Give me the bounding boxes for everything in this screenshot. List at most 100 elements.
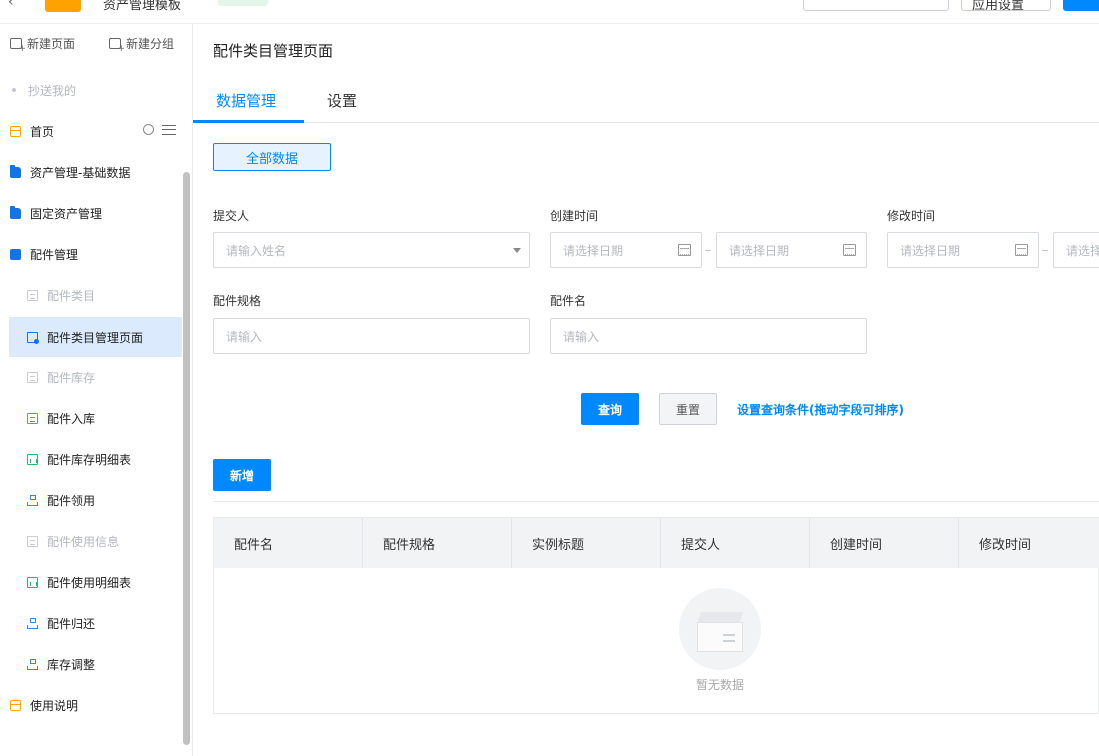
calendar-icon: [1015, 244, 1028, 256]
sidebar-item-usage-guide[interactable]: 使用说明: [0, 685, 182, 725]
column-header-instance-title[interactable]: 实例标题: [512, 518, 661, 568]
modified-start-date-input[interactable]: 请选择日期: [887, 232, 1039, 268]
new-group-label: 新建分组: [126, 37, 175, 51]
new-group-icon: [109, 38, 125, 54]
top-button-1[interactable]: [803, 0, 949, 11]
sidebar-item-parts-inbound[interactable]: 配件入库: [9, 398, 182, 438]
column-header-part-name[interactable]: 配件名: [214, 518, 363, 568]
new-page-icon: [10, 38, 26, 54]
sidebar-item-label: 配件类目管理页面: [47, 330, 144, 345]
folder-open-icon: [10, 248, 21, 260]
column-header-submitter[interactable]: 提交人: [661, 518, 810, 568]
table-header: 配件名 配件规格 实例标题 提交人 创建时间 修改时间: [214, 518, 1099, 568]
sidebar-toolbar: 新建页面 新建分组: [0, 24, 193, 62]
new-group-button[interactable]: 新建分组: [109, 35, 175, 54]
tab-settings[interactable]: 设置: [327, 90, 357, 111]
sidebar-item-usage-detail[interactable]: 配件使用明细表: [9, 562, 182, 602]
top-primary-button[interactable]: [1063, 0, 1099, 11]
part-name-input[interactable]: 请输入: [550, 318, 867, 354]
flow-icon: [27, 494, 38, 506]
empty-box-body: [697, 622, 743, 652]
report-icon: [27, 453, 38, 465]
main-content: 配件类目管理页面 数据管理 设置 全部数据 提交人 请输入姓名 创建时间 请选择…: [193, 24, 1099, 756]
add-button[interactable]: 新增: [213, 459, 271, 491]
sidebar-item-label: 配件使用信息: [47, 534, 120, 549]
admin-page-icon: [27, 331, 39, 344]
created-time-label: 创建时间: [550, 209, 599, 223]
sidebar-item-stock-detail[interactable]: 配件库存明细表: [9, 439, 182, 479]
chevron-left-icon[interactable]: ‹: [8, 0, 14, 10]
spec-label: 配件规格: [213, 294, 262, 308]
query-button[interactable]: 查询: [581, 393, 639, 425]
form-icon: [27, 412, 38, 424]
sidebar-item-stock-adjust[interactable]: 库存调整: [9, 644, 182, 684]
all-data-button[interactable]: 全部数据: [213, 143, 331, 171]
spec-input[interactable]: 请输入: [213, 318, 530, 354]
empty-box-icon: [679, 588, 761, 670]
modified-end-placeholder: 请选择: [1066, 243, 1099, 258]
sidebar-item-label: 配件入库: [47, 411, 96, 426]
app-settings-button[interactable]: 应用设置: [961, 0, 1051, 13]
sidebar-item-label: 固定资产管理: [30, 206, 103, 221]
calendar-icon: [843, 244, 856, 256]
sidebar-item-parts[interactable]: 配件管理: [0, 234, 182, 274]
part-name-label: 配件名: [550, 294, 587, 308]
status-badge: [218, 0, 268, 6]
submitter-label: 提交人: [213, 209, 250, 223]
column-header-spec[interactable]: 配件规格: [363, 518, 512, 568]
sidebar-item-label: 配件领用: [47, 493, 96, 508]
sidebar: 新建页面 新建分组 抄送我的 首页 资产管理-基础数据 固定资产管理 配件管理 …: [0, 24, 193, 756]
sidebar-item-parts-return[interactable]: 配件归还: [9, 603, 182, 643]
sidebar-item-label: 抄送我的: [28, 83, 77, 98]
sidebar-item-parts-category[interactable]: 配件类目: [9, 275, 182, 315]
sidebar-item-asset-basic[interactable]: 资产管理-基础数据: [0, 152, 182, 192]
divider: [213, 501, 1099, 502]
tab-active-indicator: [193, 120, 304, 123]
calendar-icon: [678, 244, 691, 256]
folder-icon: [10, 164, 21, 178]
sidebar-item-usage-info[interactable]: 配件使用信息: [9, 521, 182, 561]
modified-end-date-input[interactable]: 请选择: [1053, 232, 1099, 268]
submitter-select[interactable]: 请输入姓名: [213, 232, 530, 268]
sidebar-item-cc-me[interactable]: 抄送我的: [0, 70, 182, 110]
data-table: 配件名 配件规格 实例标题 提交人 创建时间 修改时间 暂无数据: [213, 517, 1099, 714]
menu-icon[interactable]: [162, 124, 176, 135]
sidebar-item-label: 配件归还: [47, 616, 96, 631]
created-end-placeholder: 请选择日期: [729, 243, 790, 258]
form-icon: [27, 371, 38, 383]
set-query-conditions-link[interactable]: 设置查询条件(拖动字段可排序): [737, 401, 904, 418]
sidebar-item-parts-stock[interactable]: 配件库存: [9, 357, 182, 397]
home-icon: [10, 125, 21, 137]
sidebar-item-label: 配件使用明细表: [47, 575, 132, 590]
gear-icon[interactable]: [143, 124, 154, 135]
page-title: 配件类目管理页面: [213, 42, 334, 60]
sidebar-scrollbar[interactable]: [183, 172, 190, 745]
submitter-placeholder: 请输入姓名: [226, 243, 287, 258]
caret-down-icon: [513, 248, 521, 253]
sidebar-item-parts-category-admin[interactable]: 配件类目管理页面: [9, 317, 182, 357]
empty-box-lines: [723, 634, 735, 642]
app-logo: [45, 0, 81, 12]
tab-data-management[interactable]: 数据管理: [216, 90, 276, 111]
page-icon: [10, 699, 21, 711]
created-start-date-input[interactable]: 请选择日期: [550, 232, 702, 268]
empty-state-text: 暂无数据: [695, 678, 744, 692]
sidebar-item-parts-claim[interactable]: 配件领用: [9, 480, 182, 520]
sidebar-item-label: 资产管理-基础数据: [30, 165, 131, 180]
sidebar-item-home[interactable]: 首页: [0, 111, 182, 151]
sidebar-item-fixed-asset[interactable]: 固定资产管理: [0, 193, 182, 233]
home-tools: [143, 124, 176, 135]
column-header-modified-time[interactable]: 修改时间: [959, 518, 1099, 568]
created-start-placeholder: 请选择日期: [563, 243, 624, 258]
top-bar: ‹ 资产管理模板 应用设置: [0, 0, 1099, 24]
range-separator: [1042, 250, 1048, 251]
sidebar-item-label: 配件库存: [47, 370, 96, 385]
form-icon: [27, 289, 38, 301]
column-header-created-time[interactable]: 创建时间: [810, 518, 959, 568]
new-page-button[interactable]: 新建页面: [10, 35, 76, 54]
new-page-label: 新建页面: [27, 37, 76, 51]
dot-icon: [12, 88, 16, 92]
created-end-date-input[interactable]: 请选择日期: [716, 232, 867, 268]
reset-button[interactable]: 重置: [659, 393, 717, 425]
sidebar-item-label: 使用说明: [30, 698, 79, 713]
